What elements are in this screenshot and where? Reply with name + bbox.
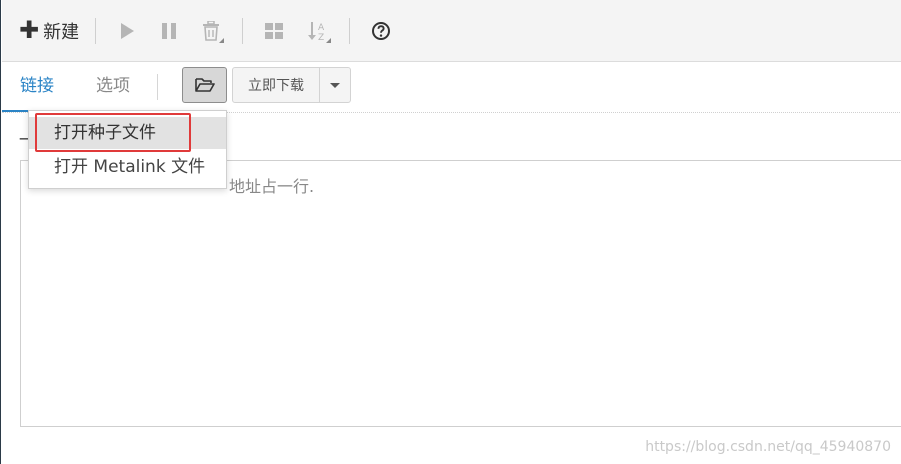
help-icon — [372, 21, 391, 40]
menu-item-open-metalink[interactable]: 打开 Metalink 文件 — [29, 151, 226, 183]
tab-link[interactable]: 链接 — [2, 62, 74, 112]
open-file-button[interactable] — [182, 67, 227, 103]
toolbar-divider — [242, 17, 244, 44]
plus-icon: ✚ — [19, 15, 40, 44]
new-task-label: 新建 — [43, 21, 80, 43]
select-button[interactable] — [257, 15, 291, 47]
toolbar-divider — [349, 17, 351, 44]
download-now-button-group: 立即下载 — [232, 67, 351, 103]
download-now-button[interactable]: 立即下载 — [233, 68, 320, 102]
toolbar-divider — [95, 17, 97, 44]
open-file-menu: 打开种子文件 打开 Metalink 文件 — [28, 110, 227, 189]
play-icon — [121, 22, 135, 39]
pause-button[interactable] — [152, 15, 186, 47]
download-options-dropdown[interactable] — [320, 68, 350, 102]
svg-text:Z: Z — [318, 33, 324, 42]
new-task-button[interactable]: ✚ 新建 — [19, 15, 79, 47]
tab-options[interactable]: 选项 — [96, 62, 130, 112]
dropdown-corner-icon — [326, 37, 332, 43]
tab-divider — [157, 74, 158, 100]
folder-open-icon — [194, 78, 215, 92]
url-textarea-placeholder: 地址占一行. — [229, 177, 315, 196]
menu-item-open-torrent[interactable]: 打开种子文件 — [29, 117, 226, 149]
caret-down-icon — [330, 82, 340, 88]
pause-icon — [162, 22, 177, 39]
delete-button[interactable] — [194, 15, 228, 47]
dropdown-corner-icon — [219, 37, 225, 43]
grid-icon — [265, 22, 284, 39]
sort-button[interactable]: A Z — [301, 15, 335, 47]
tab-bar: 链接 选项 立即下载 — [2, 62, 901, 113]
app-window: ✚ 新建 A Z 链接 选项 立即下载 一 地址占一行. 打开种子文件 打开 M… — [0, 0, 901, 464]
url-textarea[interactable]: 地址占一行. — [20, 160, 901, 427]
start-button[interactable] — [110, 15, 144, 47]
svg-text:A: A — [318, 23, 325, 33]
trash-icon — [203, 20, 220, 41]
toolbar: ✚ 新建 A Z — [2, 0, 901, 62]
help-button[interactable] — [364, 15, 398, 47]
watermark: https://blog.csdn.net/qq_45940870 — [645, 439, 891, 455]
